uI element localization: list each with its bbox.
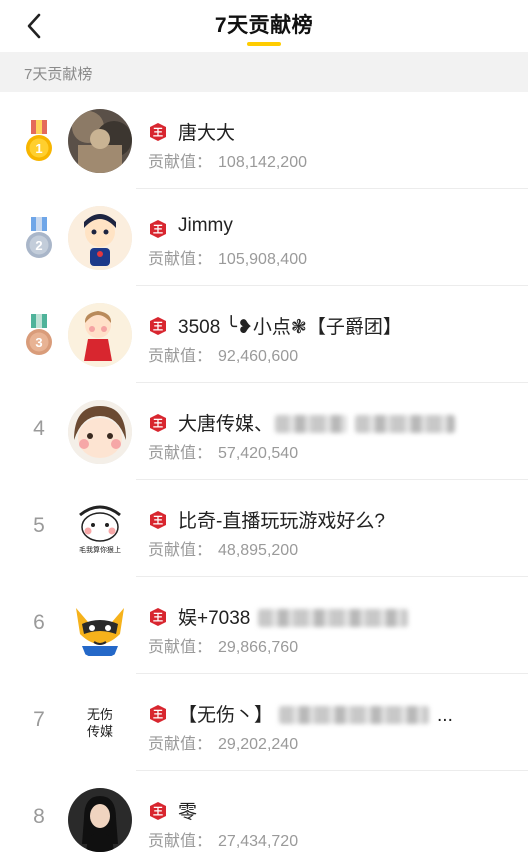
rank-number: 4 [33, 417, 45, 440]
ranking-row[interactable]: 1 王 唐大大 贡献值： 108,142,200 [0, 92, 528, 189]
contribution-value: 27,434,720 [218, 833, 299, 850]
username-text: 大唐传媒、 [178, 414, 274, 435]
level-badge-icon: 王 [150, 220, 166, 238]
rank-number: 7 [33, 708, 45, 731]
blurred-text [279, 706, 430, 724]
rank-number: 5 [33, 514, 45, 537]
username: Jimmy [178, 215, 233, 236]
username: 比奇-直播玩玩游戏好么? [178, 511, 385, 532]
contribution-label: 贡献值： [148, 348, 213, 365]
contribution-label: 贡献值： [148, 736, 213, 753]
rank-number: 6 [33, 611, 45, 634]
silver-medal-icon: 2 [26, 217, 52, 258]
username: 大唐传媒、 [178, 409, 456, 436]
contribution-value: 29,202,240 [218, 736, 299, 753]
gold-medal-icon: 1 [26, 120, 52, 161]
section-label: 7天贡献榜 [24, 66, 93, 83]
medal-rank-number: 3 [35, 335, 42, 350]
medal-rank-number: 1 [35, 141, 42, 156]
avatar[interactable] [68, 594, 132, 658]
blurred-text [275, 415, 348, 433]
svg-text:王: 王 [153, 418, 163, 430]
ranking-row[interactable]: 4 王 大唐传媒、 贡献值： 57,420,540 [0, 383, 528, 480]
contribution-value: 29,866,760 [218, 639, 299, 656]
avatar[interactable] [68, 206, 132, 270]
svg-text:王: 王 [153, 612, 163, 624]
avatar[interactable] [68, 400, 132, 464]
contribution: 贡献值： 92,460,600 [148, 342, 298, 366]
username: 零 [178, 802, 198, 823]
username: 3508 ╰❥小点❃【子爵团】 [178, 317, 402, 338]
contribution: 贡献值： 108,142,200 [148, 148, 307, 172]
avatar-caption: 无伤 [87, 708, 113, 723]
level-badge-icon: 王 [150, 705, 166, 723]
avatar[interactable] [68, 303, 132, 367]
contribution-value: 108,142,200 [218, 154, 307, 171]
level-badge-icon: 王 [150, 802, 166, 820]
contribution-label: 贡献值： [148, 639, 213, 656]
level-badge-icon: 王 [150, 317, 166, 335]
avatar[interactable] [68, 788, 132, 852]
page-title: 7天贡献榜 [214, 14, 314, 37]
ranking-row[interactable]: 8 王 零 贡献值： 27,434,720 [0, 771, 528, 865]
level-badge-icon: 王 [150, 511, 166, 529]
level-badge-icon: 王 [150, 414, 166, 432]
ranking-row[interactable]: 6 王 娱+7038 贡献值： 29,866,760 [0, 577, 528, 674]
contribution-value: 92,460,600 [218, 348, 299, 365]
medal-rank-number: 2 [35, 238, 42, 253]
username-text: 【无伤丶】 [178, 705, 274, 726]
svg-text:王: 王 [153, 806, 163, 818]
avatar[interactable] [68, 109, 132, 173]
contribution: 贡献值： 57,420,540 [148, 439, 298, 463]
username: 【无伤丶】... [178, 700, 453, 727]
contribution: 贡献值： 48,895,200 [148, 536, 298, 560]
ranking-row[interactable]: 3 王 3508 ╰❥小点❃【子爵团】 贡献值： 92,460,600 [0, 286, 528, 383]
avatar[interactable]: 毛我算你狠上 [68, 497, 132, 561]
svg-text:王: 王 [153, 321, 163, 333]
top-bar: 7天贡献榜 [0, 0, 528, 52]
ranking-row[interactable]: 7 无伤 传媒 王 【无伤丶】... 贡献值： 29,202,240 [0, 674, 528, 771]
contribution-value: 57,420,540 [218, 445, 299, 462]
contribution-label: 贡献值： [148, 445, 213, 462]
contribution-label: 贡献值： [148, 542, 213, 559]
ranking-row[interactable]: 5 毛我算你狠上 王 比奇-直播玩玩游戏好么? 贡献值： 48,895,200 [0, 480, 528, 577]
username: 娱+7038 [178, 603, 409, 630]
svg-text:王: 王 [153, 709, 163, 721]
avatar-caption: 传媒 [87, 725, 113, 740]
username: 唐大大 [178, 123, 236, 144]
contribution-label: 贡献值： [148, 154, 213, 171]
contribution-label: 贡献值： [148, 251, 213, 268]
username-text: 娱+7038 [178, 608, 251, 629]
level-badge-icon: 王 [150, 123, 166, 141]
contribution: 贡献值： 29,202,240 [148, 730, 298, 754]
avatar[interactable]: 无伤 传媒 [68, 691, 132, 755]
ranking-list: 1 王 唐大大 贡献值： 108,142,200 2 王 Jimmy 贡献值： … [0, 92, 528, 865]
contribution: 贡献值： 29,866,760 [148, 633, 298, 657]
svg-text:王: 王 [153, 515, 163, 527]
level-badge-icon: 王 [150, 608, 166, 626]
svg-text:王: 王 [153, 127, 163, 139]
rank-number: 8 [33, 805, 45, 828]
contribution: 贡献值： 105,908,400 [148, 245, 307, 269]
contribution-value: 48,895,200 [218, 542, 299, 559]
blurred-text [258, 609, 409, 627]
contribution: 贡献值： 27,434,720 [148, 827, 298, 851]
ranking-row[interactable]: 2 王 Jimmy 贡献值： 105,908,400 [0, 189, 528, 286]
contribution-label: 贡献值： [148, 833, 213, 850]
svg-text:王: 王 [153, 224, 163, 236]
section-header: 7天贡献榜 [0, 52, 528, 92]
contribution-value: 105,908,400 [218, 251, 307, 268]
blurred-text [355, 415, 456, 433]
avatar-caption: 毛我算你狠上 [79, 545, 121, 554]
username-ellipsis: ... [437, 705, 453, 726]
active-tab-indicator [247, 42, 281, 46]
bronze-medal-icon: 3 [26, 314, 52, 355]
